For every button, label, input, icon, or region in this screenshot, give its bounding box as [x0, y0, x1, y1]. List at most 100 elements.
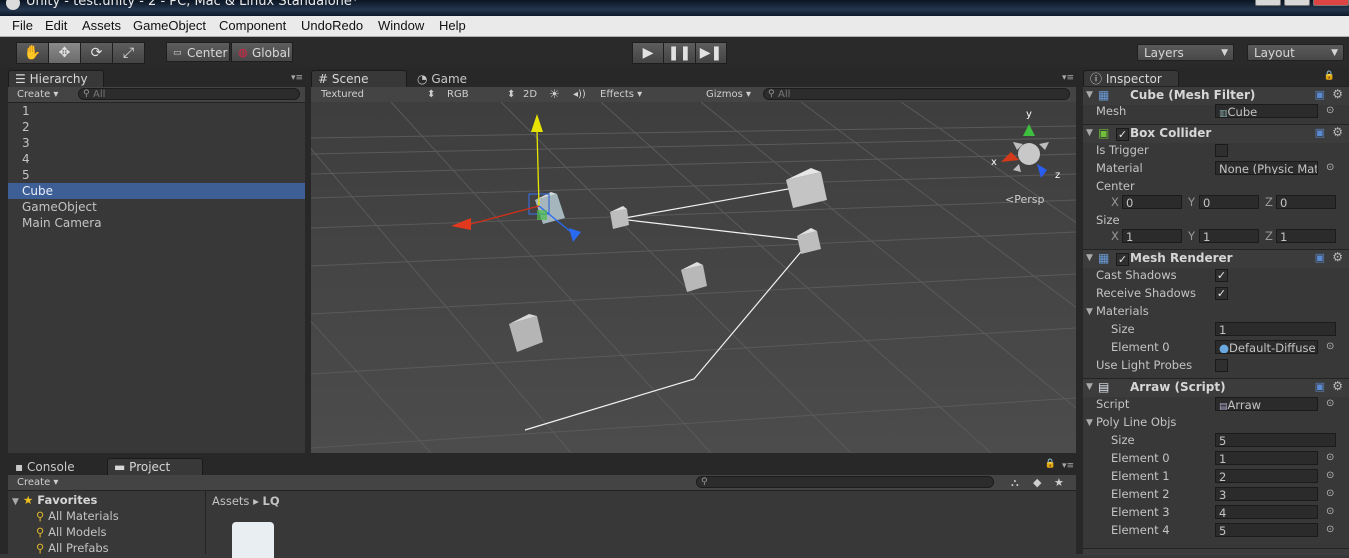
help-icon[interactable]: ▣	[1315, 251, 1325, 264]
object-picker-icon[interactable]: ⊙	[1326, 105, 1334, 116]
rotate-tool-button[interactable]: ⟳	[80, 42, 113, 64]
tab-console[interactable]: ▪ Console	[8, 458, 104, 475]
scene-view[interactable]: y x z <Persp	[311, 102, 1076, 453]
gear-icon[interactable]: ⚙	[1332, 250, 1343, 264]
size-y-field[interactable]: 1	[1199, 229, 1259, 243]
center-x-field[interactable]: 0	[1122, 195, 1182, 209]
size-x-field[interactable]: 1	[1122, 229, 1182, 243]
help-icon[interactable]: ▣	[1315, 126, 1325, 139]
tab-hierarchy[interactable]: ☰ Hierarchy	[8, 70, 104, 87]
menu-edit[interactable]: Edit	[45, 18, 67, 33]
poly-element-field[interactable]: 1	[1215, 451, 1318, 465]
audio-toggle-icon[interactable]: ◂))	[573, 87, 586, 102]
lighting-toggle-icon[interactable]: ☀	[549, 87, 560, 102]
center-z-field[interactable]: 0	[1276, 195, 1336, 209]
fold-open-icon[interactable]: ▼	[1086, 418, 1093, 428]
hierarchy-item[interactable]: 5	[8, 167, 305, 183]
hierarchy-item[interactable]: 1	[8, 103, 305, 119]
minimize-button[interactable]	[1255, 0, 1281, 6]
hierarchy-item[interactable]: 3	[8, 135, 305, 151]
scene-canvas[interactable]: y x z <Persp	[311, 102, 1076, 453]
box-collider-enabled-checkbox[interactable]: ✓	[1116, 128, 1129, 141]
cast-shadows-checkbox[interactable]: ✓	[1215, 269, 1228, 282]
menu-window[interactable]: Window	[378, 18, 424, 33]
center-y-field[interactable]: 0	[1199, 195, 1259, 209]
menu-assets[interactable]: Assets	[82, 18, 121, 33]
project-create-dropdown[interactable]: Create ▾	[17, 475, 58, 490]
tab-game[interactable]: ◔ Game	[410, 70, 506, 87]
mesh-renderer-header[interactable]: ▼ ▦ ✓ Mesh Renderer ▣ ⚙	[1083, 249, 1349, 268]
object-picker-icon[interactable]: ⊙	[1326, 506, 1334, 517]
object-picker-icon[interactable]: ⊙	[1326, 162, 1334, 173]
mesh-renderer-enabled-checkbox[interactable]: ✓	[1116, 253, 1129, 266]
size-z-field[interactable]: 1	[1276, 229, 1336, 243]
persp-label[interactable]: <Persp	[1005, 193, 1044, 206]
menu-undoredo[interactable]: UndoRedo	[301, 18, 363, 33]
shading-mode-dropdown[interactable]: Textured	[321, 87, 364, 102]
move-tool-button[interactable]: ✥	[48, 42, 81, 64]
poly-element-field[interactable]: 4	[1215, 505, 1318, 519]
hierarchy-item[interactable]: GameObject	[8, 199, 305, 215]
hierarchy-item-selected[interactable]: Cube	[8, 183, 305, 199]
lock-icon[interactable]: 🔒	[1324, 71, 1335, 81]
hierarchy-item[interactable]: 4	[8, 151, 305, 167]
material-field[interactable]: None (Physic Mate	[1215, 161, 1318, 175]
is-trigger-checkbox[interactable]	[1215, 144, 1228, 157]
panel-menu-icon[interactable]: ▾≡	[291, 73, 303, 83]
favorite-item[interactable]: ⚲ All Models	[36, 525, 107, 539]
receive-shadows-checkbox[interactable]: ✓	[1215, 287, 1228, 300]
gear-icon[interactable]: ⚙	[1332, 379, 1343, 393]
object-picker-icon[interactable]: ⊙	[1326, 488, 1334, 499]
scale-tool-button[interactable]: ⤢	[112, 42, 145, 64]
materials-size-field[interactable]: 1	[1215, 322, 1336, 336]
maximize-button[interactable]	[1284, 0, 1310, 6]
tab-project[interactable]: ▬ Project	[107, 458, 203, 475]
tab-scene[interactable]: # Scene	[311, 70, 407, 87]
material-element0-field[interactable]: ●Default-Diffuse	[1215, 340, 1318, 354]
hierarchy-item[interactable]: 2	[8, 119, 305, 135]
object-picker-icon[interactable]: ⊙	[1326, 524, 1334, 535]
menu-help[interactable]: Help	[439, 18, 466, 33]
filter-by-type-icon[interactable]: ⛬	[1011, 475, 1019, 490]
play-button[interactable]: ▶	[632, 42, 664, 64]
hierarchy-create-dropdown[interactable]: Create ▾	[17, 87, 58, 102]
object-picker-icon[interactable]: ⊙	[1326, 452, 1334, 463]
gizmos-dropdown[interactable]: Gizmos ▾	[706, 87, 751, 102]
hierarchy-item[interactable]: Main Camera	[8, 215, 305, 231]
breadcrumb-assets[interactable]: Assets	[212, 494, 249, 508]
help-icon[interactable]: ▣	[1315, 88, 1325, 101]
layout-dropdown[interactable]: Layout ▼	[1247, 44, 1344, 61]
step-button[interactable]: ▶❚	[695, 42, 727, 64]
favorite-item[interactable]: ⚲ All Prefabs	[36, 541, 109, 555]
use-light-probes-checkbox[interactable]	[1215, 359, 1228, 372]
panel-divider[interactable]	[305, 67, 311, 453]
panel-menu-icon[interactable]: ▾≡	[1062, 461, 1074, 471]
pause-button[interactable]: ❚❚	[663, 42, 696, 64]
poly-element-field[interactable]: 5	[1215, 523, 1318, 537]
project-search-input[interactable]	[696, 476, 994, 488]
object-picker-icon[interactable]: ⊙	[1326, 470, 1334, 481]
lock-icon[interactable]: 🔒	[1045, 459, 1056, 469]
gear-icon[interactable]: ⚙	[1332, 125, 1343, 139]
menu-gameobject[interactable]: GameObject	[133, 18, 206, 33]
mesh-field[interactable]: ▥Cube	[1215, 104, 1318, 118]
panel-divider[interactable]	[1076, 67, 1083, 554]
effects-dropdown[interactable]: Effects ▾	[600, 87, 642, 102]
render-mode-dropdown[interactable]: RGB	[447, 87, 469, 102]
favorite-star-icon[interactable]: ★	[1054, 475, 1064, 490]
poly-size-field[interactable]: 5	[1215, 433, 1336, 447]
mesh-filter-header[interactable]: ▼ ▦ Cube (Mesh Filter) ▣ ⚙	[1083, 86, 1349, 105]
object-picker-icon[interactable]: ⊙	[1326, 341, 1334, 352]
fold-open-icon[interactable]: ▼	[1086, 307, 1093, 317]
panel-divider[interactable]	[8, 453, 1076, 455]
menu-component[interactable]: Component	[219, 18, 286, 33]
panel-menu-icon[interactable]: ▾≡	[1062, 73, 1074, 83]
script-asset-icon[interactable]	[232, 522, 274, 558]
2d-toggle[interactable]: 2D	[523, 87, 537, 102]
box-collider-header[interactable]: ▼ ▣ ✓ Box Collider ▣ ⚙	[1083, 124, 1349, 143]
script-header[interactable]: ▼ ▤ Arraw (Script) ▣ ⚙	[1083, 378, 1349, 397]
favorites-header[interactable]: ▼ ★ Favorites	[12, 493, 97, 507]
scene-search-input[interactable]: All	[763, 88, 1070, 100]
breadcrumb-lq[interactable]: LQ	[263, 494, 280, 508]
favorite-item[interactable]: ⚲ All Materials	[36, 509, 119, 523]
